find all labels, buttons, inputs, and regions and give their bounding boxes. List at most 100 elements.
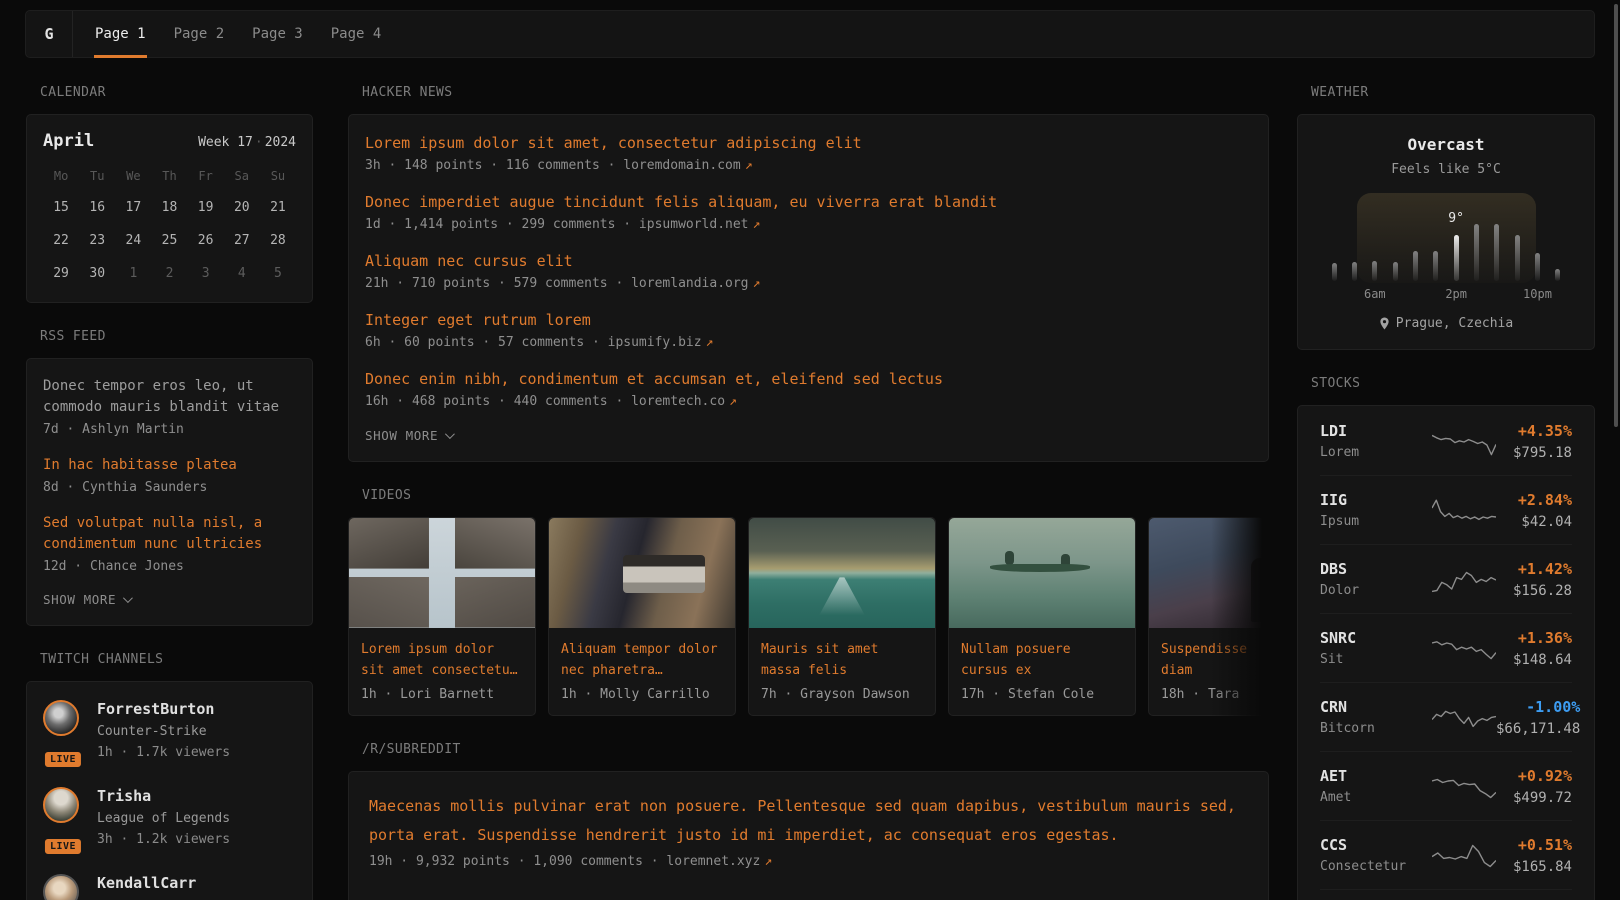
calendar-week-year: Week 17·2024 [198, 135, 296, 150]
rss-item-title[interactable]: In hac habitasse platea [43, 455, 296, 476]
video-meta: 17h · Stefan Cole [961, 687, 1123, 702]
weather-bar [1555, 269, 1560, 281]
calendar-widget-title: CALENDAR [40, 85, 313, 100]
twitch-channel-row[interactable]: KendallCarr [43, 874, 296, 900]
page-tab[interactable]: Page 3 [238, 11, 317, 57]
weather-time-label: 10pm [1523, 287, 1552, 301]
calendar-widget: CALENDAR April Week 17·2024 Mo Tu We [26, 85, 313, 303]
calendar-day-cell: 22 [43, 227, 79, 253]
hackernews-item-title[interactable]: Lorem ipsum dolor sit amet, consectetur … [365, 132, 1252, 155]
reddit-post-meta: 19h · 9,932 points · 1,090 comments · lo… [369, 854, 1248, 869]
page-tab-label: Page 1 [95, 26, 146, 42]
stock-price: $42.04 [1496, 514, 1572, 530]
calendar-day-cell: 5 [260, 260, 296, 286]
hackernews-show-more-button[interactable]: SHOW MORE [365, 428, 1252, 443]
weather-bar [1372, 261, 1377, 281]
stock-ticker: IIG [1320, 491, 1432, 509]
stock-values: +0.92% $499.72 [1496, 767, 1572, 806]
weather-bar [1413, 251, 1418, 281]
page-scrollbar-thumb[interactable] [1614, 4, 1618, 427]
twitch-channel-name: ForrestBurton [97, 700, 230, 719]
video-title[interactable]: Nullam posuere cursus ex [961, 639, 1123, 681]
video-card[interactable]: Aliquam tempor dolor nec pharetra… 1h · … [548, 517, 736, 716]
hackernews-item-title[interactable]: Donec imperdiet augue tincidunt felis al… [365, 191, 1252, 214]
stock-row: IIG Ipsum +2.84% $42.04 [1320, 475, 1572, 544]
calendar-day-number: 15 [47, 197, 75, 218]
twitch-channel-row[interactable]: LIVE Trisha League of Legends 3h · 1.2k … [43, 787, 296, 848]
video-thumbnail[interactable] [949, 518, 1135, 628]
weather-bar [1454, 235, 1459, 281]
reddit-post-title[interactable]: Maecenas mollis pulvinar erat non posuer… [369, 792, 1248, 850]
rss-item-title[interactable]: Sed volutpat nulla nisl, a condimentum n… [43, 513, 296, 555]
twitch-avatar-wrap: LIVE [43, 787, 83, 848]
video-thumbnail[interactable] [1149, 518, 1269, 628]
twitch-avatar-wrap [43, 874, 83, 900]
calendar-day-number: 1 [123, 263, 143, 284]
hackernews-item-meta: 3h · 148 points · 116 comments · loremdo… [365, 156, 1252, 176]
page-tab[interactable]: Page 2 [160, 11, 239, 57]
calendar-day-number: 20 [228, 197, 256, 218]
page-tab-label: Page 4 [331, 26, 382, 42]
weather-bar [1393, 262, 1398, 281]
calendar-grid: Mo Tu We Th Fr Sa Su [43, 165, 296, 286]
weather-bar-slot [1324, 193, 1344, 281]
video-title[interactable]: Aliquam tempor dolor nec pharetra… [561, 639, 723, 681]
rss-item-meta: 7d · Ashlyn Martin [43, 420, 296, 439]
video-title[interactable]: Lorem ipsum dolor sit amet consectetu… [361, 639, 523, 681]
page-tab[interactable]: Page 4 [317, 11, 396, 57]
video-card[interactable]: Lorem ipsum dolor sit amet consectetu… 1… [348, 517, 536, 716]
page-tab[interactable]: Page 1 [81, 11, 160, 57]
rss-item-title[interactable]: Donec tempor eros leo, ut commodo mauris… [43, 376, 296, 418]
hackernews-item-title[interactable]: Aliquam nec cursus elit [365, 250, 1252, 273]
hackernews-item-meta: 16h · 468 points · 440 comments · loremt… [365, 392, 1252, 412]
calendar-day-cell: 4 [224, 260, 260, 286]
video-title[interactable]: Mauris sit amet massa felis [761, 639, 923, 681]
weather-bar [1332, 263, 1337, 281]
video-thumbnail[interactable] [349, 518, 535, 628]
external-link-icon: ↗ [764, 854, 772, 869]
top-navigation-bar: G Page 1 Page 2 Page 3 Page 4 [25, 10, 1595, 58]
rss-card: Donec tempor eros leo, ut commodo mauris… [26, 358, 313, 626]
calendar-day-number: 22 [47, 230, 75, 251]
calendar-month: April [43, 131, 94, 151]
twitch-channel-viewers: 1h · 1.7k viewers [97, 744, 230, 761]
stock-identity: IIG Ipsum [1320, 491, 1432, 530]
stock-ticker: CCS [1320, 836, 1432, 854]
twitch-channel-row[interactable]: LIVE ForrestBurton Counter-Strike 1h · 1… [43, 700, 296, 761]
calendar-weekday-label: Th [151, 165, 187, 187]
video-thumbnail[interactable] [749, 518, 935, 628]
twitch-channel-info: Trisha League of Legends 3h · 1.2k viewe… [97, 787, 230, 848]
app-logo[interactable]: G [26, 11, 73, 57]
avatar [43, 787, 79, 823]
stock-identity: LDI Lorem [1320, 422, 1432, 461]
stock-price: $165.84 [1496, 859, 1572, 875]
calendar-day-number: 30 [83, 263, 111, 284]
video-card[interactable]: Mauris sit amet massa felis 7h · Grayson… [748, 517, 936, 716]
weather-bar-slot [1548, 193, 1568, 281]
stock-identity: SNRC Sit [1320, 629, 1432, 668]
weather-hourly-chart: 9° [1324, 193, 1568, 281]
stock-price: $156.28 [1496, 583, 1572, 599]
video-card-body: Suspendisse diam 18h · Tara [1149, 628, 1269, 715]
twitch-channel-game: Counter-Strike [97, 723, 230, 740]
stock-change-percent: -1.00% [1496, 698, 1580, 716]
video-card[interactable]: Nullam posuere cursus ex 17h · Stefan Co… [948, 517, 1136, 716]
stock-change-percent: +0.92% [1496, 767, 1572, 785]
hackernews-item-meta-text: 1d · 1,414 points · 299 comments · ipsum… [365, 217, 749, 232]
location-pin-icon [1379, 317, 1390, 330]
video-meta: 1h · Molly Carrillo [561, 687, 723, 702]
stock-identity: AET Amet [1320, 767, 1432, 806]
hackernews-item-title[interactable]: Donec enim nibh, condimentum et accumsan… [365, 368, 1252, 391]
hackernews-item-title[interactable]: Integer eget rutrum lorem [365, 309, 1252, 332]
twitch-channel-info: ForrestBurton Counter-Strike 1h · 1.7k v… [97, 700, 230, 761]
stock-ticker: DBS [1320, 560, 1432, 578]
twitch-channel-info: KendallCarr [97, 874, 196, 900]
stock-change-percent: +4.35% [1496, 422, 1572, 440]
video-title[interactable]: Suspendisse diam [1161, 639, 1253, 681]
video-thumbnail[interactable] [549, 518, 735, 628]
calendar-day-cell: 20 [224, 194, 260, 220]
video-card[interactable]: Suspendisse diam 18h · Tara [1148, 517, 1269, 716]
calendar-day-number: 16 [83, 197, 111, 218]
calendar-day-number: 17 [120, 197, 148, 218]
rss-show-more-button[interactable]: SHOW MORE [43, 592, 296, 607]
